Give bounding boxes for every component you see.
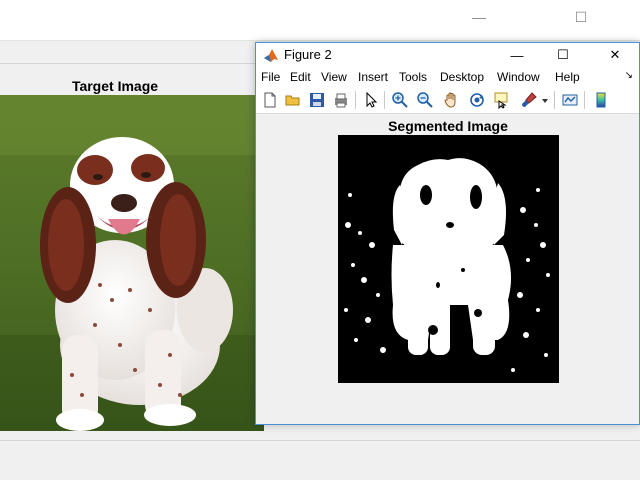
dropdown-arrow-icon[interactable] (540, 91, 550, 109)
minimize-button[interactable]: — (494, 43, 540, 67)
menu-insert[interactable]: Insert (358, 70, 388, 84)
target-image-title: Target Image (71, 78, 159, 94)
select-pointer-icon[interactable] (362, 91, 380, 109)
new-figure-icon[interactable] (261, 91, 279, 109)
menu-desktop[interactable]: Desktop (440, 70, 484, 84)
menu-file[interactable]: File (261, 70, 280, 84)
brush-icon[interactable] (520, 91, 538, 109)
zoom-out-icon[interactable] (416, 91, 434, 109)
toolbar-separator (384, 91, 385, 109)
bg-maximize-button[interactable]: ☐ (558, 4, 604, 30)
zoom-in-icon[interactable] (391, 91, 409, 109)
print-icon[interactable] (332, 91, 350, 109)
menu-help[interactable]: Help (555, 70, 580, 84)
menu-window[interactable]: Window (497, 70, 540, 84)
open-folder-icon[interactable] (284, 91, 302, 109)
save-icon[interactable] (308, 91, 326, 109)
target-image (0, 95, 264, 431)
menu-dock-arrow-icon[interactable]: ↘ (625, 70, 633, 81)
maximize-icon: ☐ (574, 8, 588, 25)
segmented-image-title: Segmented Image (388, 118, 508, 134)
menu-edit[interactable]: Edit (290, 70, 311, 84)
menu-view[interactable]: View (321, 70, 347, 84)
data-cursor-icon[interactable] (493, 91, 511, 110)
divider (0, 440, 640, 441)
toolbar-separator (355, 91, 356, 109)
pan-hand-icon[interactable] (442, 91, 460, 109)
figure-canvas: Segmented Image (256, 114, 639, 424)
rotate-3d-icon[interactable] (468, 91, 486, 109)
window-title: Figure 2 (284, 47, 332, 62)
maximize-button[interactable]: ☐ (540, 43, 586, 67)
figure-2-window: Figure 2 — ☐ ✕ File Edit View Insert Too… (255, 42, 640, 425)
minimize-icon: — (472, 9, 486, 25)
link-plot-icon[interactable] (561, 91, 579, 109)
menu-tools[interactable]: Tools (399, 70, 427, 84)
colorbar-icon[interactable] (592, 91, 610, 109)
figure-toolbar (256, 87, 639, 114)
maximize-icon: ☐ (557, 47, 569, 62)
menu-bar: File Edit View Insert Tools Desktop Wind… (256, 67, 639, 87)
segmented-image (338, 135, 559, 383)
close-button[interactable]: ✕ (592, 43, 638, 67)
toolbar-separator (584, 91, 585, 109)
toolbar-separator (554, 91, 555, 109)
minimize-icon: — (510, 47, 524, 63)
bg-minimize-button[interactable]: — (456, 4, 502, 30)
figure-2-title-bar[interactable]: Figure 2 — ☐ ✕ (256, 43, 639, 67)
matlab-icon (263, 47, 279, 63)
close-icon: ✕ (609, 47, 621, 62)
background-title-bar: — ☐ (0, 0, 640, 41)
